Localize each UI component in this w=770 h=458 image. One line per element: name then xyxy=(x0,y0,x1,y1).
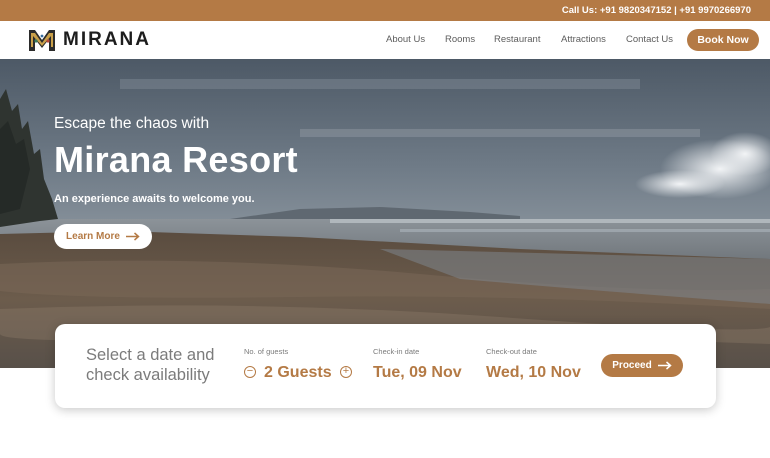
checkout-value[interactable]: Wed, 10 Nov xyxy=(486,364,581,382)
availability-title: Select a date and check availability xyxy=(86,346,215,384)
learn-more-button[interactable]: Learn More xyxy=(54,224,152,249)
nav-rooms[interactable]: Rooms xyxy=(445,34,475,45)
checkin-label: Check-in date xyxy=(373,347,420,356)
site-header: MIRANA About Us Rooms Restaurant Attract… xyxy=(0,21,770,59)
hero-kicker: Escape the chaos with xyxy=(54,115,210,132)
learn-more-label: Learn More xyxy=(66,231,120,242)
contact-phone-text: Call Us: +91 9820347152 | +91 9970266970 xyxy=(561,5,751,16)
checkout-label: Check-out date xyxy=(486,347,537,356)
hero-section: Escape the chaos with Mirana Resort An e… xyxy=(0,59,770,368)
checkin-value[interactable]: Tue, 09 Nov xyxy=(373,364,462,382)
guests-label: No. of guests xyxy=(244,347,289,356)
arrow-right-icon xyxy=(125,232,140,241)
nav-restaurant[interactable]: Restaurant xyxy=(494,34,540,45)
hero-title: Mirana Resort xyxy=(54,139,298,180)
nav-contact-us[interactable]: Contact Us xyxy=(626,34,673,45)
book-now-button[interactable]: Book Now xyxy=(687,29,759,51)
arrow-right-icon xyxy=(657,361,672,370)
availability-card: Select a date and check availability No.… xyxy=(55,324,716,408)
proceed-label: Proceed xyxy=(612,360,652,371)
hero-text-block: Escape the chaos with Mirana Resort An e… xyxy=(54,115,298,205)
nav-about-us[interactable]: About Us xyxy=(386,34,425,45)
nav-attractions[interactable]: Attractions xyxy=(561,34,606,45)
minus-circle-icon[interactable]: − xyxy=(244,366,256,378)
hero-subtitle: An experience awaits to welcome you. xyxy=(54,193,255,205)
guests-value[interactable]: 2 Guests xyxy=(264,364,332,382)
top-contact-bar: Call Us: +91 9820347152 | +91 9970266970 xyxy=(0,0,770,21)
plus-circle-icon[interactable]: + xyxy=(340,366,352,378)
main-nav: About Us Rooms Restaurant Attractions Co… xyxy=(0,21,770,59)
proceed-button[interactable]: Proceed xyxy=(601,354,683,377)
hero-beach-image xyxy=(0,59,770,368)
